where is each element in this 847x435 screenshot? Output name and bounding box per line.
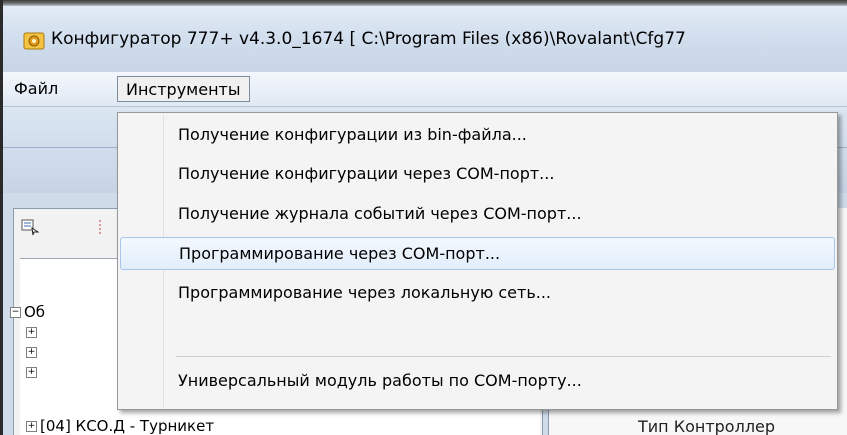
menu-item-program-lan[interactable]: Программирование через локальную сеть... <box>120 277 835 310</box>
menu-item-get-config-com[interactable]: Получение конфигурации через COM-порт... <box>120 158 835 191</box>
tree-row-04[interactable]: + [04] КСО.Д - Турникет <box>26 417 214 435</box>
expand-icon[interactable]: + <box>26 367 37 378</box>
collapse-icon[interactable]: − <box>10 307 21 318</box>
menu-item-get-config-bin[interactable]: Получение конфигурации из bin-файла... <box>120 119 835 152</box>
tree-root-label: Об <box>24 303 46 321</box>
window-title: Конфигуратор 777+ v4.3.0_1674 [ C:\Progr… <box>51 29 686 49</box>
expand-icon[interactable]: + <box>26 347 37 358</box>
tree-row[interactable]: + <box>26 323 40 341</box>
app-window: Конфигуратор 777+ v4.3.0_1674 [ C:\Progr… <box>0 0 847 435</box>
menu-bar: Файл Инструменты <box>3 72 847 107</box>
menu-item-label: Получение конфигурации из bin-файла... <box>178 125 527 144</box>
controller-type-label: Тип Контроллер <box>638 417 776 435</box>
tree-root-row[interactable]: − Об <box>10 303 45 321</box>
menu-item-program-com[interactable]: Программирование через COM-порт... <box>120 237 835 270</box>
expand-icon[interactable]: + <box>26 421 37 432</box>
expand-icon[interactable]: + <box>26 327 37 338</box>
tools-dropdown-menu: Получение конфигурации из bin-файла... П… <box>117 112 838 410</box>
menu-item-universal-com-module[interactable]: Универсальный модуль работы по COM-порту… <box>120 365 835 398</box>
menu-item-label: Получение журнала событий через COM-порт… <box>178 204 582 223</box>
menu-file[interactable]: Файл <box>14 79 58 98</box>
menu-tools[interactable]: Инструменты <box>117 76 250 102</box>
tree-row[interactable]: + <box>26 343 40 361</box>
menu-item-label: Универсальный модуль работы по COM-порту… <box>178 371 582 390</box>
menu-item-get-event-log-com[interactable]: Получение журнала событий через COM-порт… <box>120 198 835 231</box>
tree-row[interactable]: + <box>26 363 40 381</box>
menu-item-label: Программирование через COM-порт... <box>179 244 501 263</box>
menu-item-label: Получение конфигурации через COM-порт... <box>178 164 555 183</box>
tree-item-label: [04] КСО.Д - Турникет <box>40 417 215 435</box>
tree-tool-icon[interactable] <box>21 218 39 236</box>
menu-item-label: Программирование через локальную сеть... <box>178 283 552 302</box>
gear-app-icon <box>23 32 45 50</box>
menu-separator <box>176 356 831 357</box>
title-bar[interactable]: Конфигуратор 777+ v4.3.0_1674 [ C:\Progr… <box>3 0 847 72</box>
tree-tool2-icon[interactable] <box>97 218 109 236</box>
